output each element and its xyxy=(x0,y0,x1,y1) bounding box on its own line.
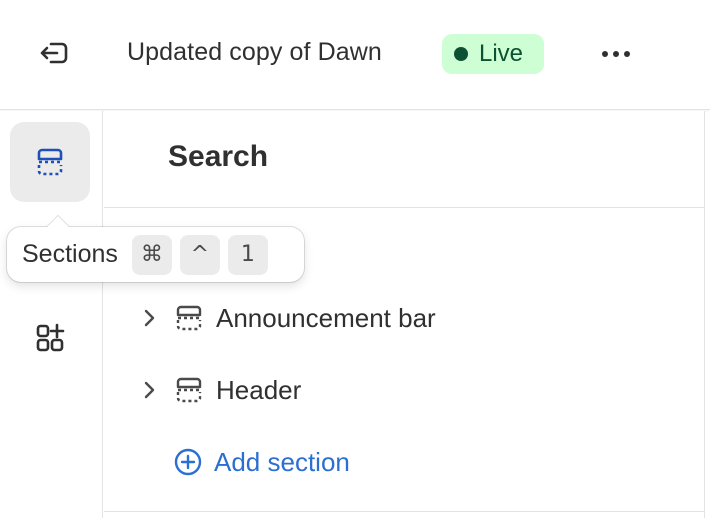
theme-title: Updated copy of Dawn xyxy=(127,38,382,66)
editor-sidebar-rail xyxy=(0,111,103,518)
plus-circle-icon xyxy=(174,448,202,476)
more-horizontal-icon xyxy=(602,51,608,57)
section-row-header[interactable]: Header xyxy=(134,364,694,416)
exit-button[interactable] xyxy=(34,36,74,70)
status-dot-icon xyxy=(454,47,468,61)
section-label: Announcement bar xyxy=(216,302,436,333)
apps-add-icon xyxy=(36,323,65,352)
sections-icon xyxy=(37,148,63,176)
section-row-announcement-bar[interactable]: Announcement bar xyxy=(134,292,694,344)
shortcut-key-command: ⌘ xyxy=(131,234,172,275)
chevron-right-icon[interactable] xyxy=(134,303,164,333)
tooltip-label: Sections xyxy=(22,240,118,268)
top-bar: Updated copy of Dawn Live xyxy=(0,0,710,110)
rail-item-apps[interactable] xyxy=(10,298,90,378)
panel-header: Search xyxy=(104,111,705,208)
exit-icon xyxy=(40,42,68,64)
divider xyxy=(104,511,705,512)
panel-title: Search xyxy=(168,140,269,173)
status-badge-label: Live xyxy=(479,40,524,67)
sections-panel: Search Announcement bar Header Add secti… xyxy=(104,111,705,518)
shortcut-key-1: 1 xyxy=(227,234,268,275)
add-section-label: Add section xyxy=(214,446,350,477)
more-actions-button[interactable] xyxy=(594,38,638,70)
section-icon xyxy=(174,375,204,405)
rail-item-sections[interactable] xyxy=(10,122,90,202)
section-label: Header xyxy=(216,374,302,405)
add-section-button[interactable]: Add section xyxy=(174,442,350,482)
section-icon xyxy=(174,303,204,333)
status-badge: Live xyxy=(442,34,544,74)
chevron-right-icon[interactable] xyxy=(134,375,164,405)
sections-tooltip: Sections ⌘ ^ 1 xyxy=(7,214,304,282)
shortcut-key-control: ^ xyxy=(179,234,220,275)
